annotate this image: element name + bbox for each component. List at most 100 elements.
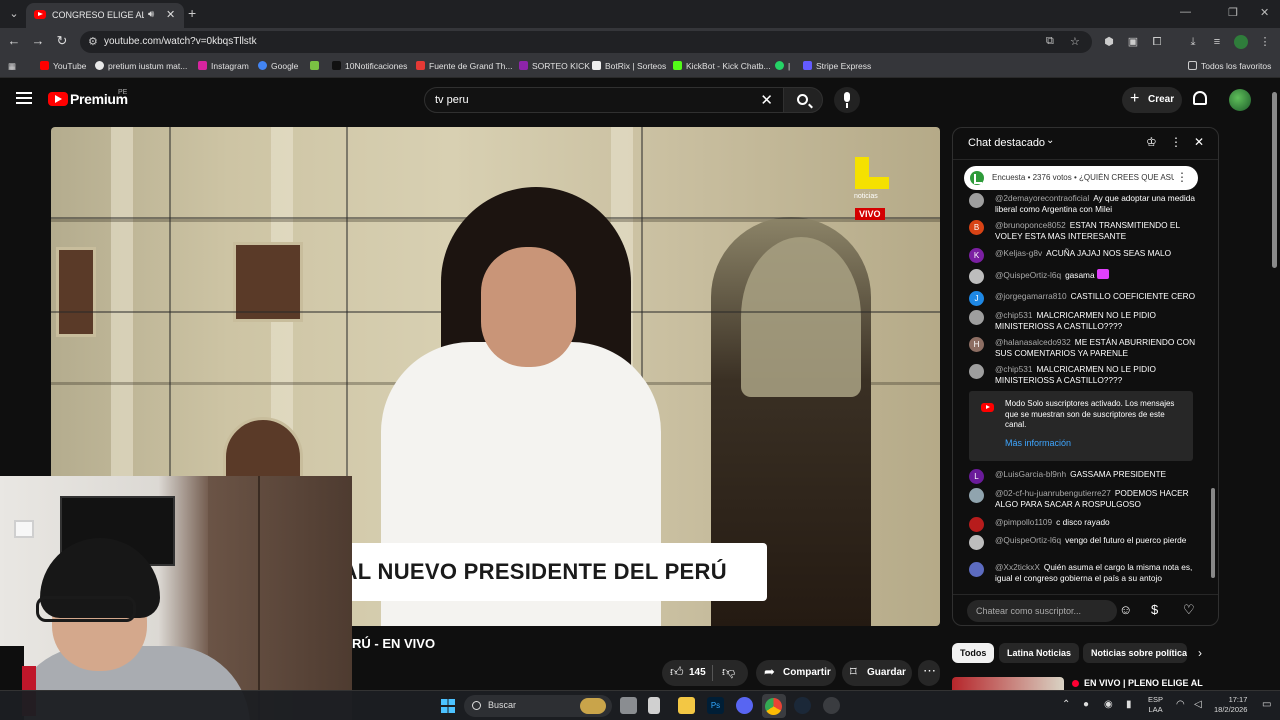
- avatar[interactable]: [969, 364, 984, 379]
- app-icon[interactable]: [823, 697, 840, 714]
- search-button[interactable]: [783, 87, 823, 113]
- bookmark-star-icon[interactable]: ☆: [1070, 35, 1080, 48]
- avatar[interactable]: [969, 269, 984, 284]
- extension-icon[interactable]: ▣: [1126, 35, 1140, 49]
- taskbar-clock[interactable]: 17:17 18/2/2026: [1214, 695, 1247, 715]
- chevron-down-icon[interactable]: ⌄: [1046, 135, 1054, 146]
- chat-username[interactable]: @02-cf-hu-juanrubengutierre27: [995, 488, 1111, 498]
- discord-icon[interactable]: [736, 697, 753, 714]
- avatar[interactable]: H: [969, 337, 984, 352]
- chat-username[interactable]: @jorgegamarra810: [995, 291, 1067, 301]
- notifications-bell-icon[interactable]: [1193, 91, 1207, 105]
- save-button[interactable]: ⌑ Guardar: [842, 660, 912, 686]
- related-video-title[interactable]: EN VIVO | PLENO ELIGE AL: [1084, 678, 1203, 688]
- volume-icon[interactable]: ◁: [1194, 699, 1202, 710]
- tray-app-icon[interactable]: ◉: [1104, 699, 1113, 710]
- avatar[interactable]: [969, 193, 984, 208]
- apps-grid-icon[interactable]: ▦: [8, 61, 16, 72]
- extensions-puzzle-icon[interactable]: ⧠: [1150, 35, 1164, 49]
- avatar[interactable]: B: [969, 220, 984, 235]
- chat-username[interactable]: @pimpollo1109: [995, 517, 1052, 527]
- avatar[interactable]: [969, 488, 984, 503]
- browser-tab-active[interactable]: CONGRESO ELIGE AL NUEVO PRESIDENTE DEL P…: [26, 3, 184, 28]
- poll-banner[interactable]: Encuesta • 2376 votos • ¿QUIÉN CREES QUE…: [964, 166, 1198, 190]
- tab-search-menu-icon[interactable]: ⌄: [6, 6, 22, 22]
- bookmark-unnamed[interactable]: [310, 61, 323, 71]
- network-icon[interactable]: ◠: [1176, 699, 1185, 710]
- bookmark-kickbot[interactable]: KickBot - Kick Chatb...: [673, 61, 771, 71]
- bookmark-google[interactable]: Google: [258, 61, 298, 71]
- chat-mode-title[interactable]: Chat destacado: [968, 137, 1045, 149]
- chat-username[interactable]: @QuispeOrtiz-l6q: [995, 270, 1061, 280]
- bookmark-whatsapp[interactable]: |: [775, 61, 790, 71]
- file-explorer-icon[interactable]: [678, 697, 695, 714]
- input-language[interactable]: ESP LAA: [1148, 695, 1163, 715]
- maximize-button[interactable]: ❐: [1228, 6, 1238, 19]
- chat-username[interactable]: @Keljas-g8v: [995, 248, 1042, 258]
- share-button[interactable]: ➦ Compartir: [756, 660, 836, 686]
- chat-more-icon[interactable]: ⋮: [1170, 135, 1182, 149]
- browser-profile-avatar[interactable]: [1234, 35, 1248, 49]
- bookmark-youtube[interactable]: YouTube: [40, 61, 86, 71]
- reload-button[interactable]: ↻: [53, 33, 71, 49]
- windows-start-icon[interactable]: [441, 699, 455, 713]
- bookmark-grand-theft[interactable]: Fuente de Grand Th...: [416, 61, 512, 71]
- dislike-thumb-icon[interactable]: 👎︎: [722, 664, 735, 680]
- bookmark-sorteo-kick[interactable]: SORTEO KICK: [519, 61, 590, 71]
- emoji-icon[interactable]: ☺: [1119, 602, 1132, 617]
- avatar[interactable]: [969, 535, 984, 550]
- like-count[interactable]: 145: [689, 667, 706, 678]
- tray-app-icon[interactable]: ●: [1083, 699, 1089, 710]
- chat-username[interactable]: @Xx2tickxX: [995, 562, 1040, 572]
- chat-username[interactable]: @2demayorecontraoficial: [995, 193, 1089, 203]
- youtube-logo-icon[interactable]: [48, 92, 68, 106]
- related-video-thumbnail[interactable]: [952, 677, 1064, 691]
- more-info-link[interactable]: Más información: [1005, 438, 1071, 448]
- chevron-right-icon[interactable]: ›: [1198, 646, 1202, 660]
- avatar[interactable]: [969, 562, 984, 577]
- super-chat-icon[interactable]: $: [1151, 602, 1158, 617]
- bookmark-pretium[interactable]: pretium iustum mat...: [95, 61, 187, 71]
- window-close-button[interactable]: ✕: [1260, 6, 1269, 19]
- crown-basket-icon[interactable]: ♔: [1146, 135, 1157, 149]
- forward-button[interactable]: →: [29, 33, 47, 48]
- like-thumb-icon[interactable]: 👍︎: [670, 664, 684, 680]
- task-view-icon[interactable]: [620, 697, 637, 714]
- cast-icon[interactable]: ⧉: [1046, 35, 1054, 48]
- minimize-button[interactable]: —: [1180, 6, 1191, 18]
- app-icon[interactable]: [648, 697, 660, 714]
- extension-shield-icon[interactable]: ⬢: [1102, 35, 1116, 49]
- poll-more-icon[interactable]: ⋮: [1176, 170, 1188, 184]
- clear-search-icon[interactable]: ✕: [760, 91, 773, 109]
- chat-username[interactable]: @LuisGarcia-bl9nh: [995, 469, 1066, 479]
- browser-menu-icon[interactable]: ⋮: [1258, 35, 1272, 49]
- chat-username[interactable]: @halanasalcedo932: [995, 337, 1071, 347]
- chat-username[interactable]: @brunoponce8052: [995, 220, 1066, 230]
- avatar[interactable]: L: [969, 469, 984, 484]
- guide-menu-icon[interactable]: [16, 92, 32, 104]
- bookmark-botrix[interactable]: BotRix | Sorteos: [592, 61, 666, 71]
- audio-playing-icon[interactable]: 🔊︎: [148, 9, 154, 20]
- avatar[interactable]: [969, 517, 984, 532]
- search-input[interactable]: tv peru ✕: [424, 87, 784, 113]
- chat-message-input[interactable]: Chatear como suscriptor...: [967, 600, 1117, 622]
- chip-latina-noticias[interactable]: Latina Noticias: [999, 643, 1080, 663]
- tab-close-icon[interactable]: ✕: [166, 8, 175, 21]
- search-query[interactable]: tv peru: [435, 94, 469, 106]
- close-chat-icon[interactable]: ✕: [1194, 135, 1204, 149]
- notifications-icon[interactable]: ▭: [1262, 699, 1271, 710]
- avatar[interactable]: J: [969, 291, 984, 306]
- all-bookmarks-folder[interactable]: Todos los favoritos: [1188, 61, 1271, 71]
- taskbar-search[interactable]: Buscar: [464, 695, 612, 717]
- heart-icon[interactable]: ♡: [1183, 602, 1195, 618]
- downloads-icon[interactable]: ⤓: [1186, 35, 1200, 49]
- chat-scrollbar[interactable]: [1211, 488, 1215, 578]
- tray-chevron-up-icon[interactable]: ⌃: [1062, 699, 1070, 710]
- chat-username[interactable]: @chip531: [995, 310, 1033, 320]
- chat-username[interactable]: @QuispeOrtiz-l6q: [995, 535, 1061, 545]
- chip-todos[interactable]: Todos: [952, 643, 995, 663]
- bookmark-10notificaciones[interactable]: 10Notificaciones: [332, 61, 407, 71]
- media-controls-icon[interactable]: ≡: [1210, 35, 1224, 49]
- create-button[interactable]: + Crear: [1122, 87, 1182, 113]
- new-tab-button[interactable]: +: [188, 5, 196, 21]
